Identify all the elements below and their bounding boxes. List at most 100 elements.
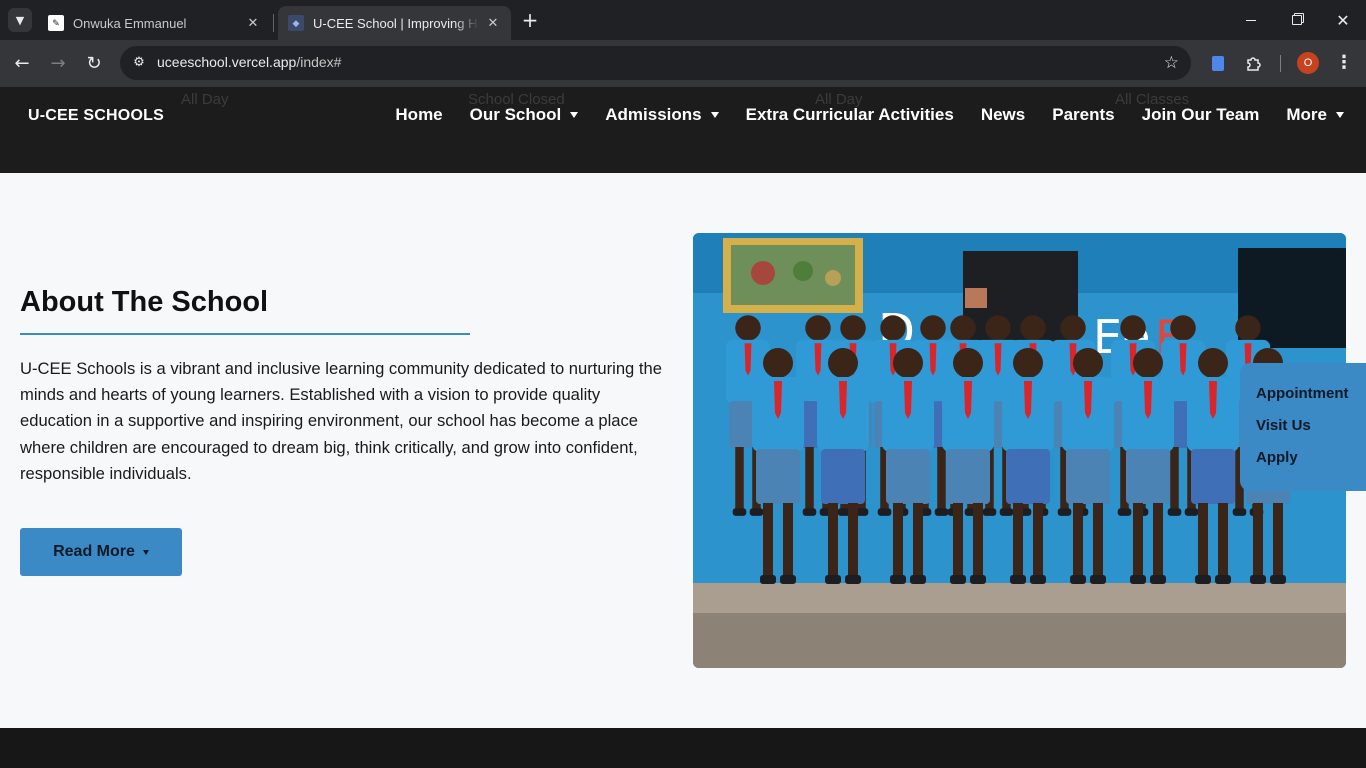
forward-arrow-icon[interactable]: →	[44, 50, 72, 78]
student-leg	[1253, 503, 1263, 578]
student-head	[893, 348, 923, 378]
nav-home[interactable]: Home	[395, 105, 442, 125]
student-shorts	[1126, 449, 1170, 504]
student-head	[880, 315, 906, 341]
student-leg	[1170, 447, 1179, 511]
student-leg	[828, 503, 838, 578]
student-shoe	[1070, 575, 1086, 584]
student-shoe	[1090, 575, 1106, 584]
minimize-icon[interactable]	[1228, 0, 1274, 40]
toolbar-divider	[1280, 55, 1281, 72]
browser-tab-active[interactable]: ◆ U-CEE School | Improving Human ✕	[278, 6, 511, 40]
student-shoe	[1250, 575, 1266, 584]
url-text[interactable]: uceeschool.vercel.app/index#	[157, 54, 341, 70]
nav-more[interactable]: More	[1286, 105, 1344, 125]
nav-our-school[interactable]: Our School	[470, 105, 579, 125]
student-shoe	[1117, 508, 1132, 516]
nav-label: Extra Curricular Activities	[745, 105, 954, 124]
menu-dots-icon[interactable]: ⋮	[1334, 51, 1354, 75]
nav-extra-curricular[interactable]: Extra Curricular Activities	[746, 105, 954, 125]
close-icon[interactable]: ✕	[1320, 0, 1366, 40]
student-head	[953, 348, 983, 378]
student-head	[805, 315, 831, 341]
student-tie	[839, 381, 847, 419]
student-shoe	[1195, 575, 1211, 584]
nav-news[interactable]: News	[981, 105, 1025, 125]
nav-admissions[interactable]: Admissions	[605, 105, 719, 125]
site-logo-text[interactable]: U-CEE SCHOOLS	[28, 107, 164, 125]
student-tie	[1144, 381, 1152, 419]
student-head	[828, 348, 858, 378]
student-head	[1235, 315, 1261, 341]
about-paragraph: U-CEE Schools is a vibrant and inclusive…	[20, 359, 662, 483]
student-tie	[774, 381, 782, 419]
student-head	[1170, 315, 1196, 341]
tab-title: U-CEE School | Improving Human	[313, 15, 479, 31]
nav-join-our-team[interactable]: Join Our Team	[1142, 105, 1260, 125]
student-tie	[744, 343, 752, 376]
student-head	[920, 315, 946, 341]
browser-tab-bar: ▼ ✎ Onwuka Emmanuel ✕ ◆ U-CEE School | I…	[0, 0, 1366, 40]
nav-label: News	[980, 105, 1026, 124]
student-shoe	[1232, 508, 1247, 516]
tab-favicon-icon: ✎	[48, 15, 64, 31]
address-bar[interactable]: ⚙ uceeschool.vercel.app/index# ☆	[120, 46, 1191, 80]
student-head	[1060, 315, 1086, 341]
student-shoe	[1010, 575, 1026, 584]
student-shoe	[1184, 508, 1199, 516]
back-arrow-icon[interactable]: ←	[8, 50, 36, 78]
new-tab-button[interactable]: +	[519, 9, 541, 31]
main-nav: Home Our School Admissions Extra Curricu…	[395, 105, 1344, 125]
student-head	[1073, 348, 1103, 378]
title-underline	[20, 333, 470, 335]
student-shoe	[1167, 508, 1182, 516]
student-head	[735, 315, 761, 341]
student-tie	[1179, 343, 1187, 376]
student-shorts	[1191, 449, 1235, 504]
student-head	[950, 315, 976, 341]
student-leg	[1013, 503, 1023, 578]
read-more-label: Read More	[53, 543, 135, 560]
caret-down-icon	[1336, 112, 1344, 118]
nav-label: Our School	[469, 105, 562, 124]
student-shorts	[821, 449, 865, 504]
tab-close-icon[interactable]: ✕	[485, 15, 501, 31]
nav-parents[interactable]: Parents	[1052, 105, 1114, 125]
nav-label: More	[1286, 105, 1327, 124]
student-leg	[893, 503, 903, 578]
student-shoe	[982, 508, 997, 516]
about-title: About The School	[20, 286, 269, 318]
calendar-ghost-text: All Day	[181, 91, 229, 108]
student-leg	[1133, 503, 1143, 578]
read-more-button[interactable]: Read More	[20, 528, 182, 576]
quick-link-visit-us[interactable]: Visit Us	[1256, 417, 1366, 449]
student-shoe	[825, 575, 841, 584]
student-shoe	[877, 508, 892, 516]
student-shoe	[1057, 508, 1072, 516]
reload-icon[interactable]: ↻	[80, 50, 108, 78]
caret-down-icon	[710, 112, 719, 118]
student-shorts	[946, 449, 990, 504]
student-shoe	[749, 508, 764, 516]
tab-close-icon[interactable]: ✕	[245, 15, 261, 31]
docs-extension-icon[interactable]	[1208, 53, 1228, 73]
profile-avatar[interactable]: O	[1297, 52, 1319, 74]
student-leg	[783, 503, 793, 578]
nav-label: Join Our Team	[1141, 105, 1260, 124]
student-shoe	[999, 508, 1014, 516]
url-host: uceeschool.vercel.app	[157, 54, 297, 70]
star-icon[interactable]: ☆	[1164, 52, 1179, 74]
puzzle-icon[interactable]	[1244, 53, 1264, 73]
student-shoe	[1150, 575, 1166, 584]
student-leg	[1198, 503, 1208, 578]
student-shorts	[886, 449, 930, 504]
browser-tab[interactable]: ✎ Onwuka Emmanuel ✕	[38, 6, 271, 40]
nav-label: Admissions	[605, 105, 702, 124]
tab-search-chevron-icon[interactable]: ▼	[8, 8, 32, 32]
maximize-icon[interactable]	[1274, 0, 1320, 40]
quick-link-appointment[interactable]: Appointment	[1256, 385, 1366, 417]
footer-band	[0, 728, 1366, 768]
site-info-icon[interactable]: ⚙	[126, 50, 152, 76]
quick-link-apply[interactable]: Apply	[1256, 449, 1366, 481]
student-leg	[1093, 503, 1103, 578]
